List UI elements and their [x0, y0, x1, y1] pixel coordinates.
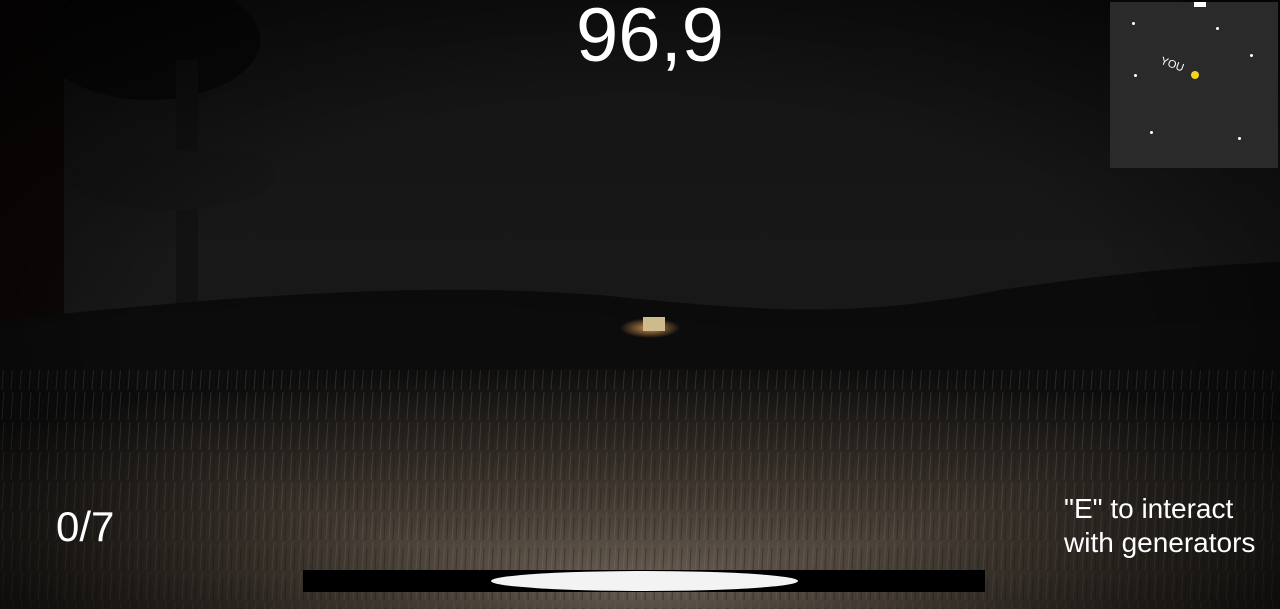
generator-marker	[1216, 27, 1219, 30]
generator-marker	[1134, 74, 1137, 77]
stamina-bar	[303, 570, 985, 592]
generators-counter: 0/7	[56, 503, 115, 550]
generator-marker	[1132, 22, 1135, 25]
hint-line-2: with generators	[1064, 527, 1256, 558]
stamina-fill	[491, 571, 798, 591]
generator-marker	[1238, 137, 1241, 140]
north-marker	[1194, 2, 1206, 7]
hint-line-1: "E" to interact	[1064, 493, 1234, 524]
player-position-icon	[1191, 71, 1199, 79]
minimap: YOU	[1110, 2, 1278, 168]
generator-marker	[1150, 131, 1153, 134]
player-label: YOU	[1158, 55, 1186, 75]
countdown-timer: 96,9	[576, 0, 724, 78]
interaction-hint: "E" to interact with generators	[1064, 492, 1278, 560]
generator-marker	[1250, 54, 1253, 57]
